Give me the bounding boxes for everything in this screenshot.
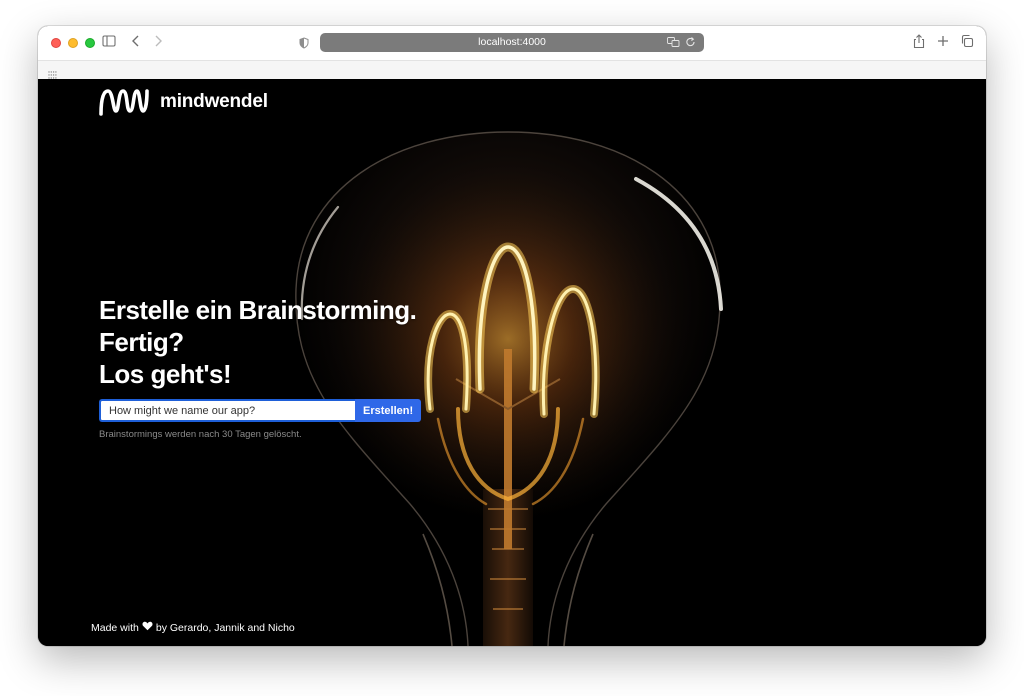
browser-window: localhost:4000 mindwendel Erstelle ein B… [38,26,986,646]
heart-icon [142,621,153,634]
headline-line-2: Fertig? [99,327,184,357]
favorites-bar [38,61,986,80]
browser-toolbar: localhost:4000 [38,26,986,61]
window-controls [51,38,95,48]
url-text: localhost:4000 [478,36,546,48]
share-icon[interactable] [913,34,925,54]
brand-logo[interactable]: mindwendel [98,87,268,117]
mindwendel-logo-icon [99,89,149,116]
sidebar-icon[interactable] [102,34,116,53]
shield-icon[interactable] [299,36,309,54]
retention-hint: Brainstormings werden nach 30 Tagen gelö… [99,429,302,440]
hero-headline: Erstelle ein Brainstorming. Fertig? Los … [99,294,417,390]
translate-icon[interactable] [667,36,680,55]
address-bar[interactable]: localhost:4000 [320,33,704,52]
tabs-overview-icon[interactable] [961,34,974,53]
forward-icon[interactable] [152,34,164,53]
headline-line-1: Erstelle ein Brainstorming. [99,295,417,325]
zoom-window-button[interactable] [85,38,95,48]
footer-prefix: Made with [91,621,139,634]
headline-line-3: Los geht's! [99,359,232,389]
footer-credits: Made with by Gerardo, Jannik and Nicho [91,621,295,634]
create-button[interactable]: Erstellen! [355,399,422,422]
new-tab-icon[interactable] [937,34,949,53]
page-content: mindwendel Erstelle ein Brainstorming. F… [38,79,986,646]
create-brainstorming-form: Erstellen! [99,399,422,422]
back-icon[interactable] [130,34,142,53]
footer-suffix: by Gerardo, Jannik and Nicho [155,621,295,634]
reload-icon[interactable] [685,36,696,55]
brand-name: mindwendel [160,91,268,112]
minimize-window-button[interactable] [68,38,78,48]
close-window-button[interactable] [51,38,61,48]
brainstorming-name-input[interactable] [99,399,355,422]
